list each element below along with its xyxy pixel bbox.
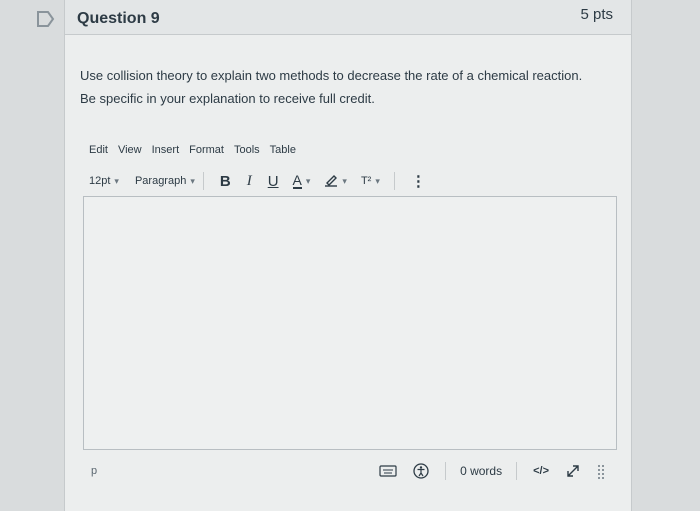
toolbar-divider	[393, 172, 395, 190]
question-header: Question 9 5 pts	[65, 0, 631, 35]
editor-toolbar: 12pt ▾ Paragraph ▾ B I U A ▾ ▾ T² ▾ ⋮	[89, 170, 434, 192]
editor-statusbar: p 0 words </>	[83, 456, 615, 486]
statusbar-divider	[445, 462, 447, 480]
chevron-down-icon: ▾	[305, 175, 311, 186]
menu-insert[interactable]: Insert	[152, 144, 180, 156]
expand-icon[interactable]	[565, 463, 581, 479]
menu-format[interactable]: Format	[189, 144, 224, 156]
block-format-value: Paragraph	[134, 175, 187, 187]
superscript-button[interactable]: T² ▾	[361, 175, 380, 187]
block-format-select[interactable]: Paragraph ▾	[135, 175, 195, 187]
keyboard-icon[interactable]	[379, 464, 397, 478]
highlight-button[interactable]: ▾	[324, 173, 347, 190]
statusbar-divider	[516, 462, 518, 480]
underline-button[interactable]: U	[268, 173, 279, 190]
rich-text-editor-area[interactable]	[83, 196, 617, 450]
more-options-button[interactable]: ⋮	[411, 172, 426, 190]
toolbar-divider	[202, 172, 204, 190]
editor-menubar: Edit View Insert Format Tools Table	[89, 144, 296, 156]
accessibility-icon[interactable]	[413, 463, 429, 479]
menu-edit[interactable]: Edit	[89, 144, 108, 156]
chevron-down-icon: ▾	[375, 175, 380, 186]
menu-view[interactable]: View	[118, 144, 142, 156]
question-points: 5 pts	[580, 6, 613, 23]
italic-button[interactable]: I	[247, 173, 252, 190]
text-color-button[interactable]: A ▾	[292, 172, 311, 189]
word-count[interactable]: 0 words	[460, 464, 502, 478]
element-path[interactable]: p	[91, 465, 97, 477]
bold-button[interactable]: B	[220, 173, 231, 190]
flag-question-icon[interactable]	[36, 10, 56, 28]
superscript-glyph: T²	[360, 175, 372, 187]
chevron-down-icon: ▾	[190, 175, 195, 186]
menu-tools[interactable]: Tools	[234, 144, 260, 156]
highlighter-icon	[324, 173, 338, 190]
html-editor-toggle[interactable]: </>	[533, 465, 549, 477]
chevron-down-icon: ▾	[114, 175, 119, 186]
menu-table[interactable]: Table	[270, 144, 296, 156]
text-color-glyph: A	[292, 172, 302, 189]
resize-grip-icon[interactable]	[597, 463, 607, 479]
question-card: Question 9 5 pts Use collision theory to…	[64, 0, 632, 511]
chevron-down-icon: ▾	[342, 175, 347, 186]
question-prompt: Use collision theory to explain two meth…	[80, 68, 583, 106]
font-size-value: 12pt	[89, 175, 111, 187]
question-title: Question 9	[77, 10, 160, 27]
font-size-select[interactable]: 12pt ▾	[89, 175, 119, 187]
